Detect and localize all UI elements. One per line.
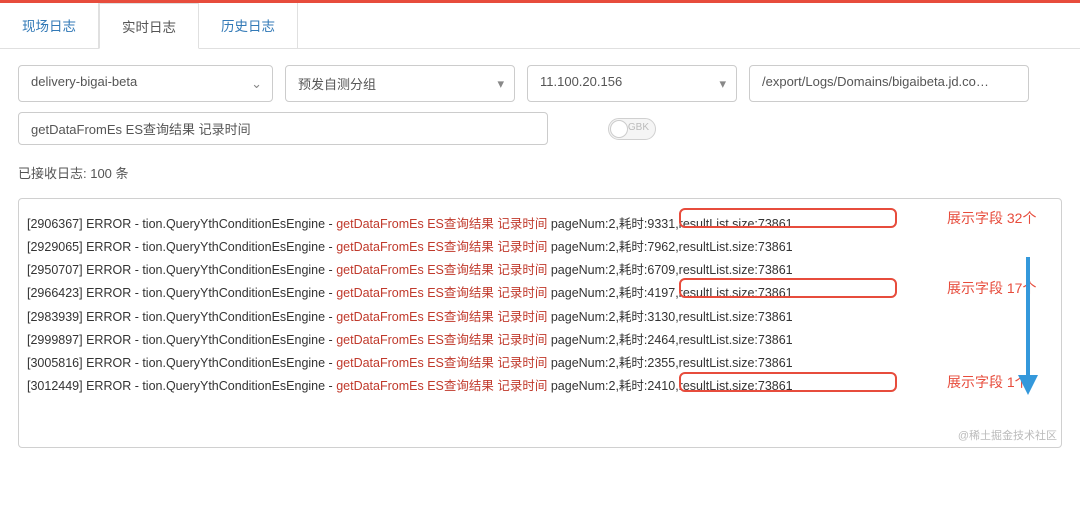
log-line: [2906367] ERROR - tion.QueryYthCondition… [27,213,1053,236]
chevron-down-icon: ⌄ [251,76,262,92]
ip-select-value: 11.100.20.156 [540,74,622,89]
log-count-status: 已接收日志: 100 条 [0,159,1080,194]
app-select[interactable]: delivery-bigai-beta ⌄ [18,65,273,102]
log-line: [3012449] ERROR - tion.QueryYthCondition… [27,375,1053,398]
log-line: [2999897] ERROR - tion.QueryYthCondition… [27,329,1053,352]
tab-realtime-logs[interactable]: 实时日志 [99,3,199,49]
annotation-label-1: 展示字段 32个 [947,208,1036,228]
search-input[interactable] [18,112,548,145]
log-area: [2906367] ERROR - tion.QueryYthCondition… [18,198,1062,448]
search-row: GBK [0,112,1080,159]
toggle-knob [610,120,628,138]
log-line: [2966423] ERROR - tion.QueryYthCondition… [27,282,1053,305]
group-select-value: 预发自测分组 [298,77,376,92]
tab-onsite-logs[interactable]: 现场日志 [0,3,99,48]
tabs: 现场日志 实时日志 历史日志 [0,3,1080,49]
toggle-label: GBK [628,122,649,133]
log-line: [2950707] ERROR - tion.QueryYthCondition… [27,259,1053,282]
log-line: [3005816] ERROR - tion.QueryYthCondition… [27,352,1053,375]
ip-select[interactable]: 11.100.20.156 ▾ [527,65,737,102]
encoding-toggle[interactable]: GBK [608,118,656,140]
chevron-down-icon: ▾ [719,76,726,92]
watermark: @稀土掘金技术社区 [958,427,1057,443]
app-select-value: delivery-bigai-beta [31,74,137,89]
filter-row: delivery-bigai-beta ⌄ 预发自测分组 ▾ 11.100.20… [0,49,1080,112]
path-select[interactable]: /export/Logs/Domains/bigaibeta.jd.com/se… [749,65,1029,102]
tab-history-logs[interactable]: 历史日志 [199,3,298,48]
path-select-value: /export/Logs/Domains/bigaibeta.jd.com/se… [762,74,1022,89]
group-select[interactable]: 预发自测分组 ▾ [285,65,515,102]
arrow-down-icon [1013,257,1043,397]
chevron-down-icon: ▾ [497,76,504,92]
log-line: [2983939] ERROR - tion.QueryYthCondition… [27,306,1053,329]
log-line: [2929065] ERROR - tion.QueryYthCondition… [27,236,1053,259]
